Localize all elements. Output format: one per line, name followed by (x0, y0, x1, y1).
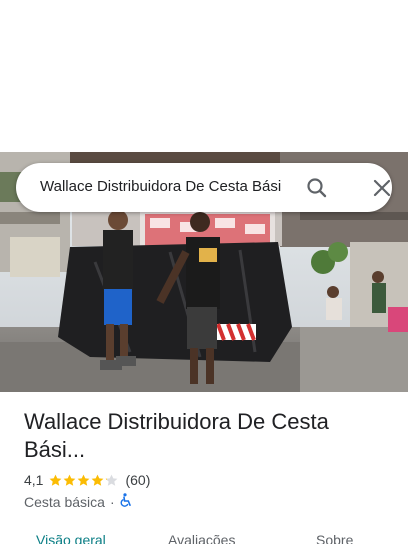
star-icon (92, 474, 104, 486)
wheelchair-accessible-icon (120, 493, 132, 510)
category-row: Cesta básica · (24, 493, 132, 510)
star-icon (106, 474, 118, 486)
tab-about[interactable]: Sobre (316, 532, 353, 544)
star-icon (64, 474, 76, 486)
tab-bar: Visão geral Avaliações Sobre (0, 532, 408, 544)
star-rating (49, 474, 119, 487)
star-icon (78, 474, 90, 486)
review-count[interactable]: (60) (125, 472, 150, 488)
search-input[interactable]: Wallace Distribuidora De Cesta Bási (40, 178, 308, 195)
blank-map-area (0, 0, 408, 152)
place-info-panel: Wallace Distribuidora De Cesta Bási... 4… (0, 392, 408, 544)
place-title: Wallace Distribuidora De Cesta Bási... (24, 409, 329, 462)
star-icon (50, 474, 62, 486)
place-category: Cesta básica (24, 493, 105, 510)
close-icon[interactable] (369, 175, 395, 201)
search-bar[interactable]: Wallace Distribuidora De Cesta Bási (16, 163, 392, 212)
rating-value: 4,1 (24, 472, 44, 488)
search-icon[interactable] (304, 175, 330, 201)
rating-row[interactable]: 4,1 (60) (24, 472, 150, 488)
tab-reviews[interactable]: Avaliações (168, 532, 235, 544)
tab-overview[interactable]: Visão geral (36, 532, 106, 544)
separator: · (109, 493, 115, 510)
